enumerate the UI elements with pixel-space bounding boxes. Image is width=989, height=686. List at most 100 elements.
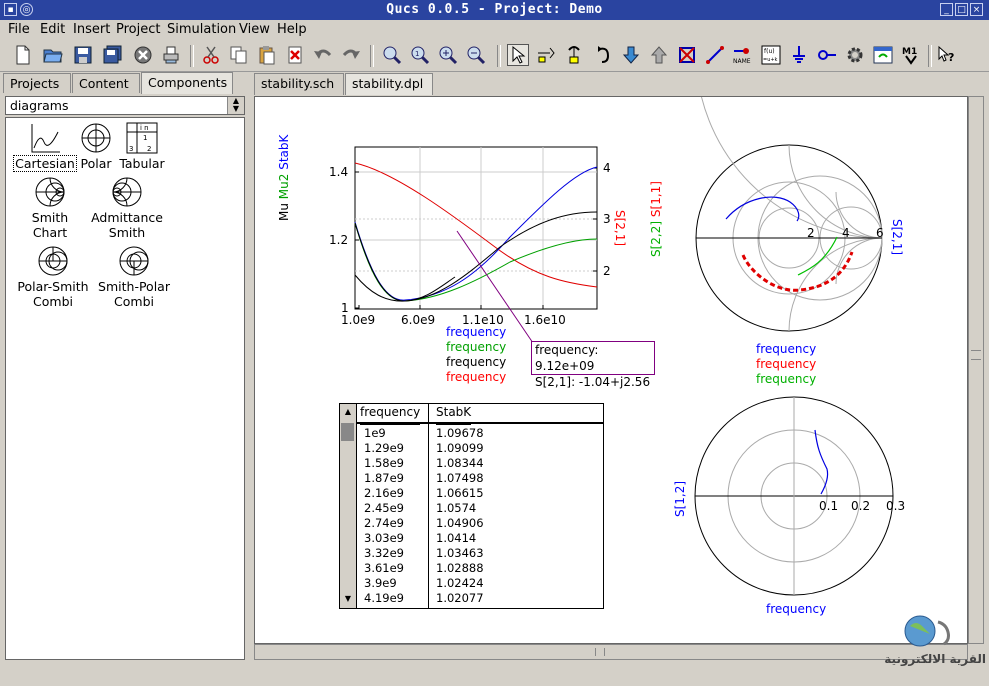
menu-help[interactable]: Help [277,22,307,37]
zoom-fit-icon[interactable] [381,44,403,66]
tabular-icon: i n 1 3 2 [126,122,158,154]
marker-box[interactable]: frequency: 9.12e+09 S[2,1]: -1.04+j2.56 [531,341,655,389]
component-smith-chart[interactable]: Smith Chart [13,176,87,240]
open-folder-icon[interactable] [42,44,64,66]
zoom-one-icon[interactable]: 1 [409,44,431,66]
paste-icon[interactable] [256,44,278,66]
redo-icon[interactable] [340,44,362,66]
view-data-icon[interactable] [872,44,894,66]
table-cell-frequency: 3.9e9 [364,576,397,590]
mirror-x-icon[interactable] [535,44,557,66]
close-button[interactable]: × [970,3,983,16]
table-cell-frequency: 1e9 [364,426,386,440]
component-admittance-smith[interactable]: Admittance Smith [90,176,164,240]
toolbar: 1 NAME f(u) =u+k M1 ? [0,41,989,72]
pop-out-icon[interactable] [648,44,670,66]
table-scroll-up-icon[interactable]: ▲ [341,405,355,419]
deactivate-icon[interactable] [676,44,698,66]
menu-view[interactable]: View [239,22,270,37]
copy-icon[interactable] [228,44,250,66]
wire-icon[interactable] [704,44,726,66]
delete-icon[interactable] [284,44,306,66]
menu-insert[interactable]: Insert [73,22,110,37]
polar-left-label: S[1,2] [673,480,687,517]
legend-s21: frequency [446,370,507,384]
tabular-diagram[interactable]: ▲ ▼ frequency StabK 1e9 1.09678 1.29e9 1.09… [339,403,604,609]
display-canvas[interactable]: Mu Mu2 StabK S[2,1] 1.4 1.2 1 4 3 2 1.0e… [254,96,968,644]
tab-components[interactable]: Components [141,72,233,94]
ytick-right-2: 3 [603,212,611,226]
component-group-select[interactable]: diagrams ▲ ▼ [5,96,245,115]
polar-diagram[interactable] [694,396,894,596]
window-title: Qucs 0.0.5 - Project: Demo [386,2,603,17]
save-icon[interactable] [72,44,94,66]
menu-project[interactable]: Project [116,22,160,37]
component-polar[interactable]: Polar [76,122,116,171]
component-list: Cartesian Polar i n 1 3 2 Tabular Smith Cha… [5,117,245,660]
table-cell-frequency: 1.87e9 [364,471,404,485]
component-cartesian[interactable]: Cartesian [13,122,77,172]
combo-arrows-icon[interactable]: ▲ ▼ [227,97,244,114]
tab-content[interactable]: Content [72,73,140,93]
cartesian-legend: frequency frequency frequency frequency [446,325,506,385]
table-scroll-thumb[interactable] [341,423,354,441]
component-smith-polar[interactable]: Smith-Polar Combi [94,245,174,309]
ylabel-mu2: Mu2 [277,173,291,200]
cut-icon[interactable] [200,44,222,66]
wire-label-icon[interactable]: NAME [732,44,754,66]
smith-diagram[interactable] [695,97,883,332]
marker-icon[interactable]: M1 [900,44,922,66]
watermark-text: القرية الالكترونية [884,652,986,666]
equation-icon[interactable]: f(u) =u+k [760,44,782,66]
table-cell-stabk: 1.0414 [436,531,477,545]
go-into-icon[interactable] [620,44,642,66]
table-scrollbar[interactable]: ▲ ▼ [340,404,357,608]
simulate-gear-icon[interactable] [844,44,866,66]
zoom-in-icon[interactable] [437,44,459,66]
menu-file[interactable]: File [8,22,30,37]
smith-polar-icon [119,246,149,276]
tab-projects[interactable]: Projects [3,73,71,93]
table-cell-stabk: 1.09099 [436,441,484,455]
mirror-y-icon[interactable] [563,44,585,66]
hscroll-grip-icon[interactable] [595,648,605,656]
vertical-scrollbar[interactable] [968,96,984,644]
table-cell-frequency: 2.16e9 [364,486,404,500]
zoom-out-icon[interactable] [465,44,487,66]
cartesian-icon [31,124,60,153]
tab-stability-sch[interactable]: stability.sch [254,73,344,95]
component-tabular[interactable]: i n 1 3 2 Tabular [116,122,168,171]
select-pointer-icon[interactable] [507,44,529,66]
save-all-icon[interactable] [102,44,124,66]
smith-legend-s22: frequency [756,372,817,386]
smith-right-label: S[2,1] [890,219,904,256]
globe-icon [904,615,950,647]
whats-this-icon[interactable]: ? [935,44,957,66]
table-scroll-down-icon[interactable]: ▼ [341,592,355,606]
smith-tick-4: 4 [842,226,850,240]
table-cell-frequency: 4.19e9 [364,591,404,605]
component-polar-smith[interactable]: Polar-Smith Combi [13,245,93,309]
close-file-icon[interactable] [132,44,154,66]
y-axis-left-labels: Mu Mu2 StabK [277,135,297,221]
menu-simulation[interactable]: Simulation [167,22,236,37]
horizontal-scrollbar[interactable] [254,644,968,660]
title-bar: ▪ ◎ Qucs 0.0.5 - Project: Demo _ □ × [0,0,989,20]
print-icon[interactable] [160,44,182,66]
tab-stability-dpl[interactable]: stability.dpl [345,73,433,95]
minimize-button[interactable]: _ [940,3,953,16]
maximize-button[interactable]: □ [955,3,968,16]
xtick-1: 1.0e9 [341,313,376,327]
ground-icon[interactable] [788,44,810,66]
table-cell-stabk: 1.07498 [436,471,484,485]
undo-icon[interactable] [312,44,334,66]
port-icon[interactable] [816,44,838,66]
svg-text:M1: M1 [902,47,917,57]
rotate-icon[interactable] [593,44,615,66]
table-cell-stabk: 1.09678 [436,426,484,440]
polar-tick-3: 0.3 [886,499,906,513]
admittance-smith-icon [112,177,142,207]
new-file-icon[interactable] [12,44,34,66]
menu-edit[interactable]: Edit [40,22,65,37]
scroll-grip-icon[interactable] [971,350,981,360]
